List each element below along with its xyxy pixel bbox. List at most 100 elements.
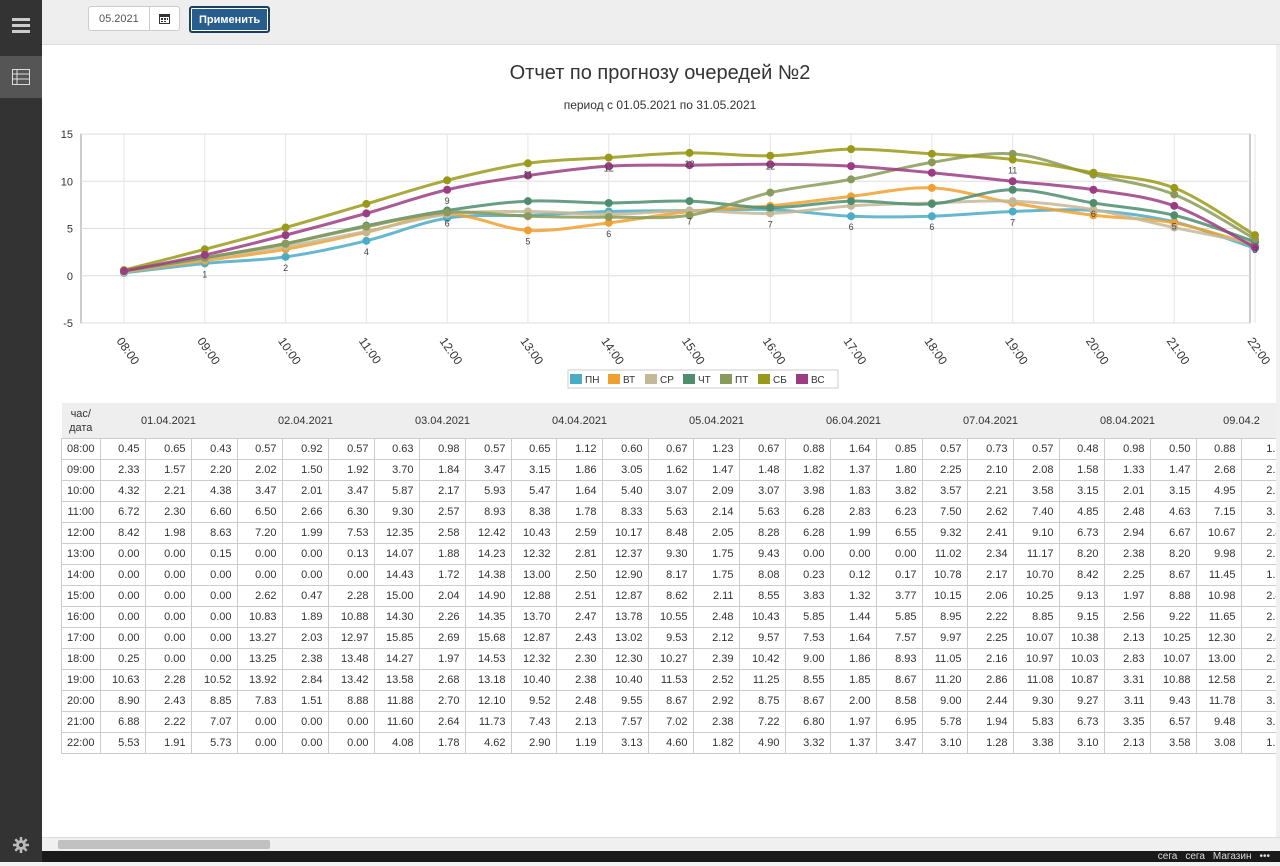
value-cell: 2.39: [692, 648, 740, 670]
value-cell: 0.23: [784, 564, 831, 586]
value-cell: 12.32: [510, 648, 557, 670]
value-cell: 8.63: [190, 522, 238, 544]
value-cell: 1.64: [555, 480, 603, 502]
value-cell: 1.94: [966, 711, 1014, 733]
value-cell: 2.22: [144, 711, 192, 733]
value-cell: 10.67: [1195, 522, 1242, 544]
sidebar: [0, 0, 42, 862]
value-cell: 8.42: [99, 522, 146, 544]
value-cell: 11.60: [373, 711, 420, 733]
value-cell: 6.55: [875, 522, 923, 544]
value-cell: 2.17: [966, 564, 1014, 586]
data-point: [847, 175, 856, 184]
vertical-scrollbar[interactable]: [1276, 45, 1280, 837]
value-cell: 10.40: [510, 669, 557, 691]
hour-cell: 15:00: [61, 585, 101, 607]
value-cell: 4.90: [738, 732, 786, 754]
menu-button[interactable]: [0, 4, 42, 46]
value-cell: 2.90: [510, 732, 557, 754]
value-cell: 7.53: [784, 627, 831, 649]
value-cell: 2.4: [1240, 522, 1278, 544]
value-cell: 11.78: [1195, 690, 1242, 712]
value-cell: 9.00: [784, 648, 831, 670]
value-cell: 10.27: [647, 648, 694, 670]
value-cell: 7.07: [190, 711, 238, 733]
value-cell: 0.00: [99, 543, 146, 565]
apply-button[interactable]: Применить: [189, 6, 271, 33]
value-cell: 2.83: [1103, 648, 1151, 670]
value-cell: 2.62: [236, 585, 283, 607]
date-header: 04.04.2021: [511, 403, 649, 439]
value-cell: 1.62: [647, 459, 694, 481]
legend-label: ПТ: [735, 375, 748, 386]
value-cell: 11.65: [1195, 606, 1242, 628]
data-label: 7: [1010, 217, 1015, 227]
value-cell: 8.67: [1149, 564, 1197, 586]
value-cell: 8.95: [921, 606, 968, 628]
value-cell: 10.78: [921, 564, 968, 586]
value-cell: 10.55: [647, 606, 694, 628]
value-cell: 0.00: [99, 585, 146, 607]
settings-button[interactable]: [0, 824, 42, 866]
sidebar-item-reports[interactable]: [0, 56, 42, 98]
value-cell: 1.89: [281, 606, 329, 628]
more-icon[interactable]: •••: [1259, 851, 1270, 862]
value-cell: 2.06: [966, 585, 1014, 607]
value-cell: 1.80: [875, 459, 923, 481]
value-cell: 8.93: [464, 501, 512, 523]
value-cell: 3.83: [784, 585, 831, 607]
value-cell: 0.47: [281, 585, 329, 607]
value-cell: 0.00: [190, 585, 238, 607]
value-cell: 2.34: [966, 543, 1014, 565]
value-cell: 2.48: [1103, 501, 1151, 523]
calendar-button[interactable]: [150, 6, 180, 31]
value-cell: 9.98: [1195, 543, 1242, 565]
data-point: [281, 252, 290, 261]
value-cell: 6.30: [327, 501, 375, 523]
scrollbar-thumb[interactable]: [58, 840, 270, 849]
data-label: 9: [445, 196, 450, 206]
value-cell: 12.32: [510, 543, 557, 565]
value-cell: 6.50: [236, 501, 283, 523]
legend-label: СР: [660, 375, 674, 386]
data-point: [281, 231, 290, 240]
value-cell: 2.30: [144, 501, 192, 523]
value-cell: 1.6: [1240, 438, 1278, 460]
value-cell: 2.21: [966, 480, 1014, 502]
value-cell: 10.43: [738, 606, 786, 628]
value-cell: 2.1: [1240, 543, 1278, 565]
value-cell: 7.20: [236, 522, 283, 544]
value-cell: 4.63: [1149, 501, 1197, 523]
status-bar: сега сега Магазин •••: [42, 851, 1280, 862]
value-cell: 0.60: [601, 438, 649, 460]
x-tick-label: 20:00: [1083, 335, 1112, 368]
value-cell: 1.6: [1240, 732, 1278, 754]
date-input[interactable]: 05.2021: [88, 6, 150, 31]
value-cell: 2.11: [692, 585, 740, 607]
data-point: [927, 149, 936, 158]
table-row: 20:00 8.90 2.43 8.85 7.83 1.51 8.88 11.88 2.70 12…: [61, 690, 1278, 712]
value-cell: 5.78: [921, 711, 968, 733]
value-cell: 6.28: [784, 501, 831, 523]
hour-cell: 16:00: [61, 606, 101, 628]
x-tick-label: 21:00: [1164, 335, 1193, 368]
value-cell: 10.43: [510, 522, 557, 544]
y-tick-label: 15: [61, 129, 73, 141]
value-cell: 0.25: [99, 648, 146, 670]
value-cell: 2.81: [555, 543, 603, 565]
value-cell: 11.45: [1195, 564, 1242, 586]
value-cell: 1.75: [692, 543, 740, 565]
value-cell: 5.53: [99, 732, 146, 754]
queue-forecast-chart: -505101508:00 09:00 10:00 11:00 12:00 13:00 14…: [61, 129, 1273, 389]
value-cell: 3.57: [921, 480, 968, 502]
value-cell: 1.88: [418, 543, 466, 565]
legend-swatch: [683, 374, 695, 384]
value-cell: 3.11: [1103, 690, 1151, 712]
value-cell: 6.80: [784, 711, 831, 733]
value-cell: 9.13: [1058, 585, 1105, 607]
value-cell: 1.64: [829, 438, 877, 460]
table-row: 08:00 0.45 0.65 0.43 0.57 0.92 0.57 0.63 0.98 0.5…: [61, 438, 1278, 460]
data-point: [685, 148, 694, 157]
data-point: [120, 267, 128, 276]
horizontal-scrollbar[interactable]: [42, 837, 1280, 852]
